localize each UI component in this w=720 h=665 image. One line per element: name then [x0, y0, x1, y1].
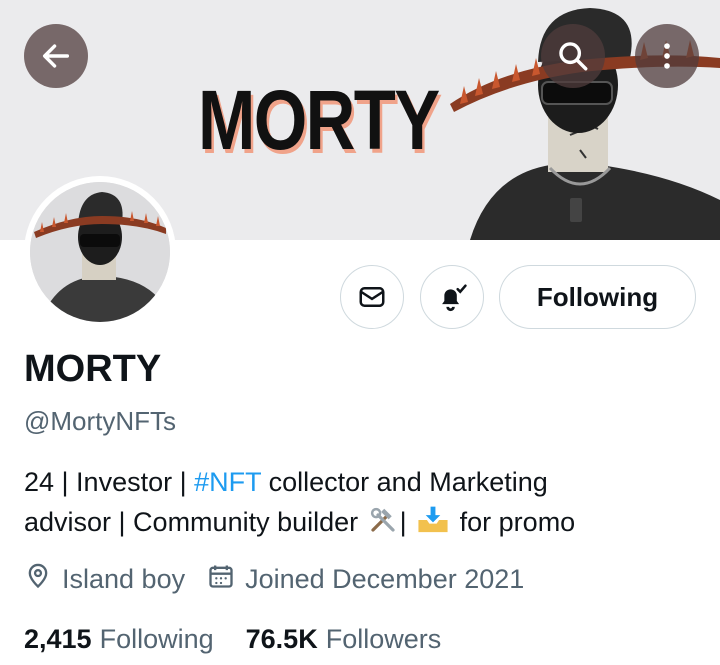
following-count: 2,415: [24, 624, 92, 654]
more-vertical-icon: [664, 43, 670, 69]
bell-check-icon: [442, 284, 467, 312]
display-name: MORTY: [24, 348, 162, 390]
notifications-button[interactable]: [420, 265, 484, 329]
profile-meta: Island boy Joined December 2021: [24, 562, 524, 597]
profile-avatar[interactable]: [24, 176, 176, 328]
avatar-image: [30, 182, 170, 322]
following-label: Following: [99, 624, 214, 654]
hammer-and-wrench-emoji-icon: [368, 505, 398, 546]
back-button[interactable]: [24, 24, 88, 88]
joined-date-text: Joined December 2021: [245, 564, 525, 594]
bio-text: |: [399, 507, 415, 537]
profile-bio: 24 | Investor | #NFT collector and Marke…: [24, 462, 694, 546]
bio-text: advisor | Community builder: [24, 507, 366, 537]
bio-text: 24 | Investor |: [24, 467, 195, 497]
following-count-link[interactable]: 2,415 Following: [24, 624, 214, 655]
calendar-icon: [207, 562, 235, 597]
user-handle: @MortyNFTs: [24, 406, 177, 436]
location-text: Island boy: [62, 564, 186, 594]
bio-text: collector and Marketing: [261, 467, 548, 497]
bio-text: for promo: [452, 507, 576, 537]
envelope-icon: [359, 287, 385, 307]
followers-count-link[interactable]: 76.5K Followers: [246, 624, 442, 655]
followers-label: Followers: [325, 624, 442, 654]
location-pin-icon: [24, 562, 52, 597]
arrow-left-icon: [42, 44, 70, 68]
more-options-button[interactable]: [635, 24, 699, 88]
search-button[interactable]: [541, 24, 605, 88]
hashtag-link[interactable]: #NFT: [194, 467, 261, 497]
followers-count: 76.5K: [245, 624, 318, 654]
following-button[interactable]: Following: [499, 265, 696, 329]
follow-stats: 2,415 Following 76.5K Followers: [24, 624, 473, 655]
message-button[interactable]: [340, 265, 404, 329]
search-icon: [559, 42, 588, 71]
banner-title: MORTY: [198, 73, 440, 167]
inbox-tray-emoji-icon: [416, 505, 450, 546]
